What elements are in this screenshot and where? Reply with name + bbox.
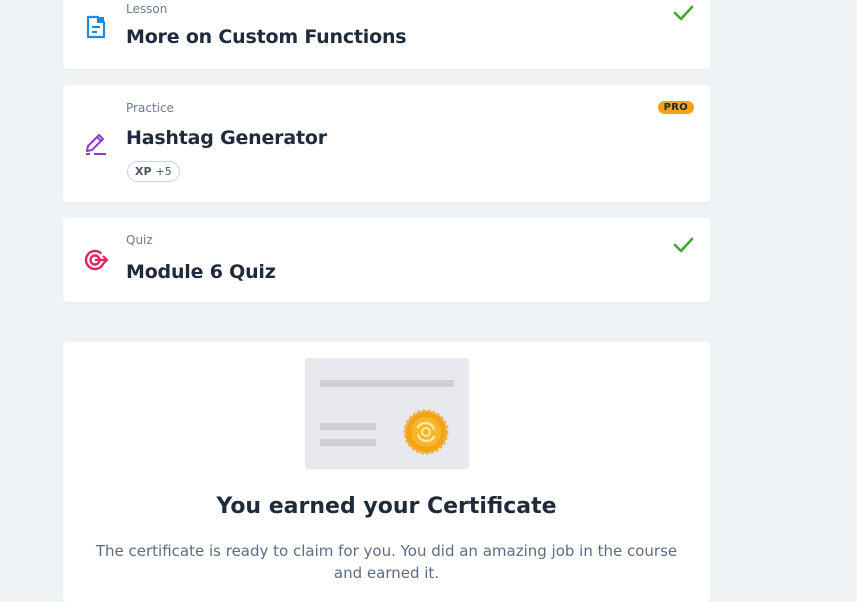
practice-pencil-icon bbox=[86, 134, 106, 155]
quiz-target-icon bbox=[84, 249, 109, 271]
check-icon bbox=[673, 237, 694, 253]
quiz-card[interactable]: Quiz Module 6 Quiz bbox=[63, 218, 710, 302]
certificate-card: You earned your Certificate The certific… bbox=[63, 342, 710, 602]
check-icon bbox=[673, 5, 694, 21]
item-type-label: Lesson bbox=[126, 2, 168, 16]
xp-label: XP bbox=[135, 165, 152, 178]
xp-value: +5 bbox=[155, 165, 172, 178]
item-title[interactable]: Hashtag Generator bbox=[126, 127, 327, 149]
certificate-title: You earned your Certificate bbox=[216, 494, 557, 519]
xp-chip: XP +5 bbox=[127, 161, 180, 182]
pro-badge: PRO bbox=[657, 101, 694, 114]
practice-card[interactable]: Practice Hashtag Generator PRO XP +5 bbox=[63, 85, 710, 202]
seal-icon bbox=[403, 409, 449, 455]
lesson-card[interactable]: Lesson More on Custom Functions bbox=[63, 0, 710, 69]
certificate-illustration bbox=[305, 358, 469, 469]
item-type-label: Quiz bbox=[126, 233, 153, 247]
item-title[interactable]: Module 6 Quiz bbox=[126, 261, 276, 283]
certificate-description: The certificate is ready to claim for yo… bbox=[95, 542, 678, 582]
item-title[interactable]: More on Custom Functions bbox=[126, 26, 407, 48]
certificate-graphic bbox=[320, 380, 454, 455]
lesson-icon bbox=[86, 15, 106, 39]
item-type-label: Practice bbox=[126, 101, 174, 115]
